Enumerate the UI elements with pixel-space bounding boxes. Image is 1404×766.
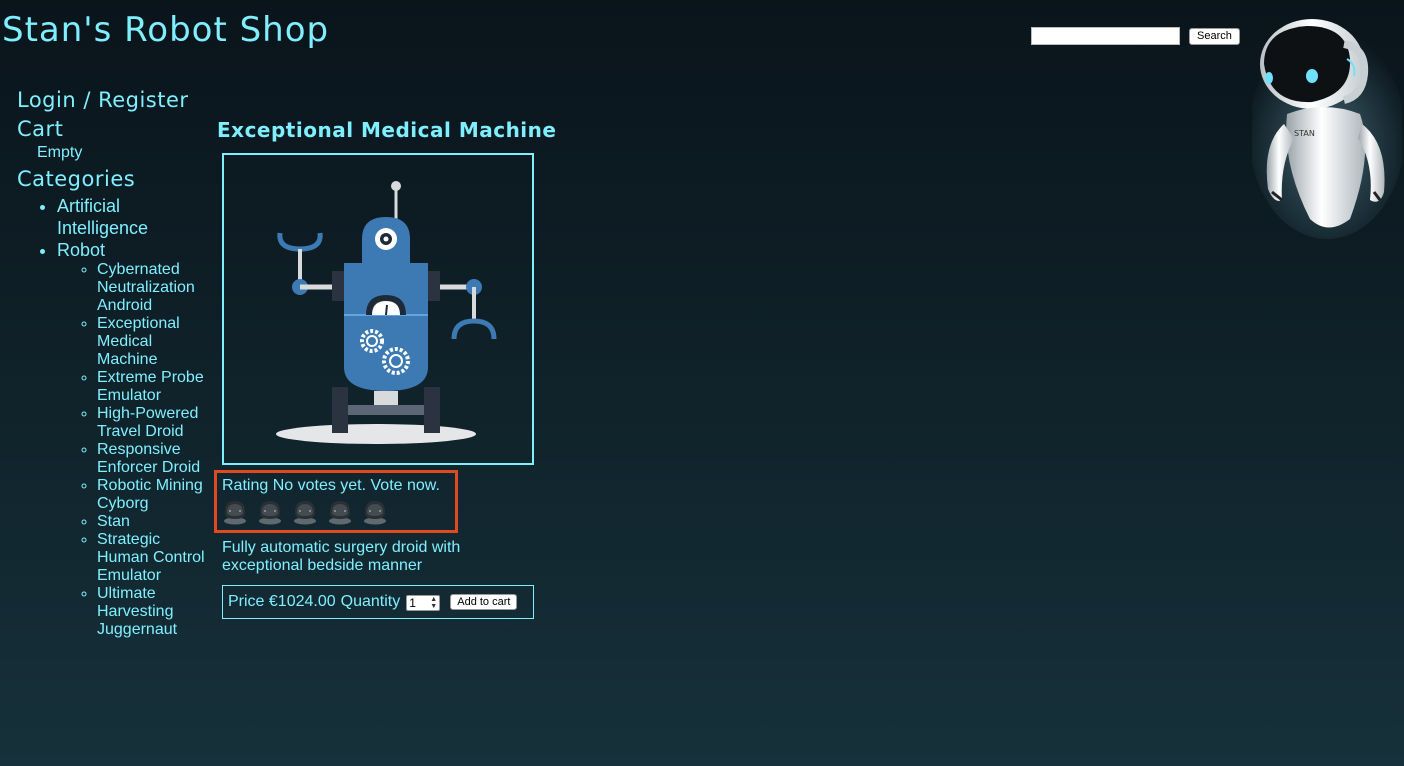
rating-text: Rating No votes yet. Vote now. (222, 477, 440, 494)
search-form: Search (1031, 27, 1240, 45)
cart-link[interactable]: Cart (17, 117, 207, 141)
cart-status: Empty (37, 144, 83, 161)
stan-robot-mascot-icon: STAN (1249, 14, 1404, 239)
quantity-value[interactable]: 1 (409, 596, 416, 610)
categories-heading: Categories (17, 167, 136, 191)
category-item[interactable]: Robot Cybernated Neutralization Android … (57, 239, 207, 639)
product-link[interactable]: Extreme Probe Emulator (97, 369, 207, 405)
quantity-label: Quantity (340, 593, 401, 610)
category-label[interactable]: Artificial Intelligence (57, 196, 148, 238)
search-input[interactable] (1031, 27, 1180, 45)
product-link[interactable]: High-Powered Travel Droid (97, 405, 207, 441)
mascot-label: STAN (1294, 129, 1315, 138)
product-link[interactable]: Cybernated Neutralization Android (97, 261, 207, 315)
robot-head-vote-icon[interactable] (292, 498, 318, 525)
product-title: Exceptional Medical Machine (217, 118, 557, 142)
rating-vote-group (222, 498, 388, 525)
product-link[interactable]: Exceptional Medical Machine (97, 315, 207, 369)
product-link[interactable]: Stan (97, 513, 207, 531)
product-link[interactable]: Responsive Enforcer Droid (97, 441, 207, 477)
product-description: Fully automatic surgery droid with excep… (222, 539, 461, 574)
product-link[interactable]: Strategic Human Control Emulator (97, 531, 207, 585)
add-to-cart-button[interactable]: Add to cart (450, 594, 518, 610)
login-register-link[interactable]: Login / Register (17, 88, 207, 112)
robot-head-vote-icon[interactable] (362, 498, 388, 525)
price-label: Price €1024.00 (228, 593, 336, 610)
search-button[interactable]: Search (1189, 27, 1240, 45)
product-link[interactable]: Ultimate Harvesting Juggernaut (97, 585, 207, 639)
sidebar: Login / Register Cart Empty Categories A… (17, 88, 207, 639)
site-title[interactable]: Stan's Robot Shop (2, 10, 329, 50)
category-label[interactable]: Robot (57, 240, 105, 260)
quantity-stepper[interactable]: 1 ▲ ▼ (406, 595, 441, 611)
robot-subcategory-list: Cybernated Neutralization Android Except… (57, 261, 207, 639)
robot-head-vote-icon[interactable] (222, 498, 248, 525)
product-image (222, 153, 534, 465)
robot-head-vote-icon[interactable] (327, 498, 353, 525)
category-item[interactable]: Artificial Intelligence (57, 195, 207, 239)
purchase-box: Price €1024.00 Quantity 1 ▲ ▼ Add to cart (222, 585, 534, 619)
robot-head-vote-icon[interactable] (257, 498, 283, 525)
stepper-arrows-icon[interactable]: ▲ ▼ (430, 596, 437, 610)
medical-robot-illustration-icon (276, 181, 497, 444)
category-list: Artificial Intelligence Robot Cybernated… (17, 195, 207, 639)
product-link[interactable]: Robotic Mining Cyborg (97, 477, 207, 513)
